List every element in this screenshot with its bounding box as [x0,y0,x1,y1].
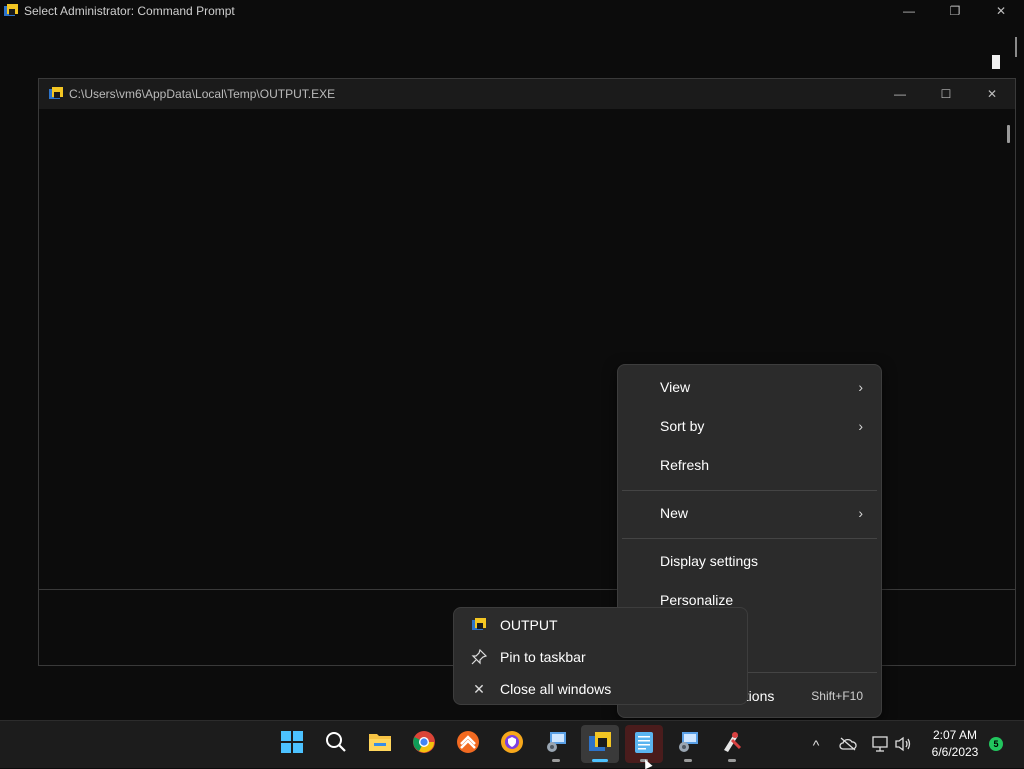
taskbar-app-tool[interactable] [713,725,751,763]
running-indicator [552,759,560,762]
chevron-right-icon: › [858,505,863,521]
output-title: C:\Users\vm6\AppData\Local\Temp\OUTPUT.E… [69,87,336,101]
jump-list-item-pin[interactable]: Pin to taskbar [460,642,741,672]
minimize-button[interactable]: — [877,79,923,109]
onedrive-status[interactable] [837,721,859,769]
notification-badge[interactable]: 5 [989,737,1003,751]
windows-logo-icon [280,730,304,759]
shortcut-label: Shift+F10 [811,689,863,703]
jump-list-item-close-all[interactable]: ✕ Close all windows [460,674,741,704]
taskbar-command-prompt[interactable] [581,725,619,763]
tool-icon [720,730,744,759]
running-indicator [728,759,736,762]
minimize-button[interactable]: — [886,0,932,22]
output-titlebar[interactable]: C:\Users\vm6\AppData\Local\Temp\OUTPUT.E… [39,79,1015,109]
pin-icon [468,649,490,665]
running-indicator [684,759,692,762]
clock-time: 2:07 AM [932,728,978,742]
taskbar-jump-list: OUTPUT Pin to taskbar ✕ Close all window… [453,607,748,705]
command-prompt-titlebar[interactable]: Select Administrator: Command Prompt — ❐… [0,0,1024,22]
network-config-icon [676,730,700,759]
folder-icon [368,731,392,758]
scrollbar-thumb[interactable] [1015,37,1017,57]
menu-item-view[interactable]: View › [622,368,877,406]
search-button[interactable] [317,725,355,763]
speaker-icon [894,736,912,755]
search-icon [325,731,347,758]
menu-item-refresh[interactable]: Refresh [622,446,877,484]
close-button[interactable]: ✕ [978,0,1024,22]
restore-button[interactable]: ❐ [932,0,978,22]
menu-separator [622,490,877,491]
notepad-icon [633,730,655,759]
taskbar-file-explorer[interactable] [361,725,399,763]
command-prompt-icon [588,730,612,759]
shield-icon [500,730,524,759]
cloud-offline-icon [839,737,857,754]
output-app-icon [468,618,490,632]
taskbar-clock[interactable]: 2:07 AM 6/6/2023 [920,727,990,761]
chrome-icon [412,730,436,759]
taskbar-network-config[interactable] [669,725,707,763]
close-button[interactable]: ✕ [969,79,1015,109]
menu-separator [622,538,877,539]
maximize-button[interactable]: ☐ [923,79,969,109]
app-orange-icon [456,730,480,759]
taskbar-app-shield[interactable] [493,725,531,763]
taskbar-app-orange[interactable] [449,725,487,763]
output-scrollbar[interactable] [1001,109,1015,589]
network-icon [871,735,889,755]
taskbar: ^ 2:07 AM 6/6/2023 [0,720,1024,768]
clock-date: 6/6/2023 [931,745,979,759]
network-status[interactable] [869,721,891,769]
start-button[interactable] [273,725,311,763]
volume-control[interactable] [892,721,914,769]
control-panel-icon [544,730,568,759]
close-icon: ✕ [473,680,485,697]
menu-item-display-settings[interactable]: Display settings [622,542,877,580]
taskbar-notepad[interactable] [625,725,663,763]
console-cursor [992,55,1000,69]
command-prompt-title: Select Administrator: Command Prompt [24,4,235,18]
taskbar-control-panel[interactable] [537,725,575,763]
chevron-right-icon: › [858,379,863,395]
command-prompt-app-icon [4,4,18,18]
menu-item-sort-by[interactable]: Sort by › [622,407,877,445]
active-indicator [592,759,608,762]
output-app-icon [49,87,63,101]
taskbar-chrome[interactable] [405,725,443,763]
jump-list-item-output[interactable]: OUTPUT [460,610,741,640]
show-hidden-icons-button[interactable]: ^ [805,721,827,769]
chevron-up-icon: ^ [812,737,820,753]
chevron-right-icon: › [858,418,863,434]
menu-item-new[interactable]: New › [622,494,877,532]
scrollbar-thumb[interactable] [1007,125,1010,143]
